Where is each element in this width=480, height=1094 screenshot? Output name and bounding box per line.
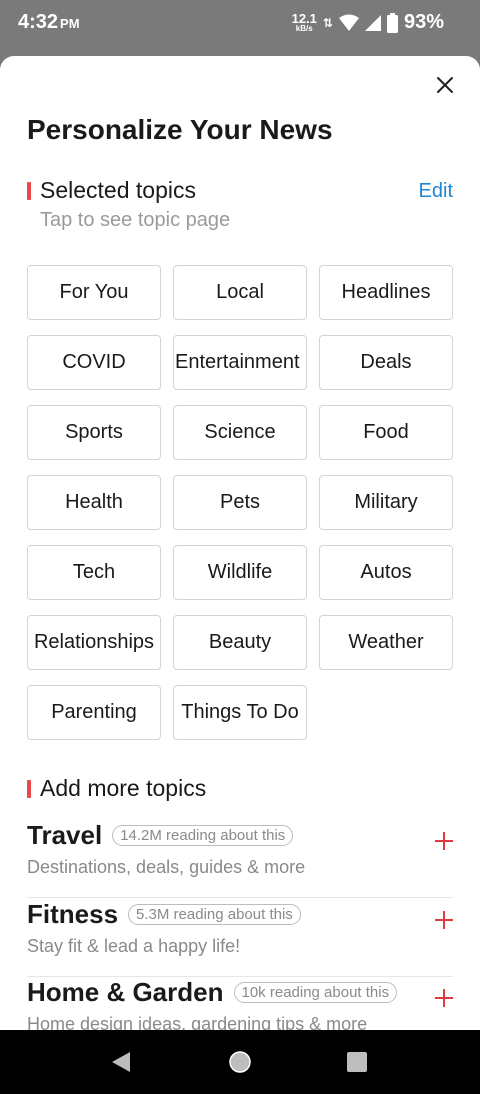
add-topic-description: Home design ideas, gardening tips & more [27,1014,368,1030]
add-topic-row: Home & Garden 10k reading about this [27,977,453,1008]
add-topic-description: Destinations, deals, guides & more [27,857,306,877]
system-nav-bar [0,1030,480,1094]
network-speed-unit: kB/s [295,24,313,33]
topic-parenting[interactable]: Parenting [27,685,161,740]
cell-signal-icon [364,14,381,31]
back-triangle-icon[interactable] [110,1050,132,1074]
add-more-topics-header: Add more topics [27,775,206,802]
recent-square-icon[interactable] [346,1051,368,1073]
add-topic-row: Fitness 5.3M reading about this [27,899,453,930]
topic-weather[interactable]: Weather [319,615,453,670]
battery-icon [386,12,398,33]
add-topic-row: Travel 14.2M reading about this [27,820,453,851]
readers-badge: 14.2M reading about this [112,825,294,846]
add-more-topics-title: Add more topics [40,775,207,801]
topic-food[interactable]: Food [319,405,453,460]
topic-wildlife[interactable]: Wildlife [173,545,307,600]
topic-deals[interactable]: Deals [319,335,453,390]
topic-things-to-do[interactable]: Things To Do [173,685,307,740]
topic-for-you[interactable]: For You [27,265,161,320]
topic-military[interactable]: Military [319,475,453,530]
status-time-value: 4:32 [18,11,59,33]
topic-local[interactable]: Local [173,265,307,320]
topic-covid[interactable]: COVID [27,335,161,390]
personalize-sheet: Personalize Your News Selected topics Ed… [0,56,480,1030]
accent-bar [27,779,31,798]
close-icon[interactable] [432,72,458,98]
network-speed: 12.1 kB/s [292,12,317,33]
topic-health[interactable]: Health [27,475,161,530]
topic-headlines[interactable]: Headlines [319,265,453,320]
topic-entertainment[interactable]: Entertainment [173,335,307,390]
home-circle-icon[interactable] [228,1050,252,1074]
plus-icon[interactable] [433,830,455,852]
add-topic-travel[interactable]: Travel 14.2M reading about this Destinat… [27,820,453,898]
topic-beauty[interactable]: Beauty [173,615,307,670]
readers-badge: 5.3M reading about this [128,904,301,925]
add-topic-fitness[interactable]: Fitness 5.3M reading about this Stay fit… [27,899,453,977]
selected-topics-subtitle: Tap to see topic page [40,209,231,231]
selected-topics-title: Selected topics [40,177,196,203]
topic-grid: For You Local Headlines COVID Entertainm… [27,265,453,740]
status-bar: 4:32 PM 12.1 kB/s ⇅ 93% [0,0,480,52]
topic-sports[interactable]: Sports [27,405,161,460]
wifi-icon [338,14,359,31]
add-topic-home-garden[interactable]: Home & Garden 10k reading about this Hom… [27,977,453,1030]
status-icons: 12.1 kB/s ⇅ 93% [292,11,444,34]
add-topic-name: Travel [27,820,103,850]
data-transfer-icon: ⇅ [322,15,333,30]
topic-science[interactable]: Science [173,405,307,460]
add-topic-name: Fitness [27,899,119,929]
add-topic-description: Stay fit & lead a happy life! [27,936,241,956]
topic-pets[interactable]: Pets [173,475,307,530]
topic-relationships[interactable]: Relationships [27,615,161,670]
topic-tech[interactable]: Tech [27,545,161,600]
battery-percent: 93% [403,11,444,33]
status-time: 4:32 PM [18,11,80,34]
edit-button[interactable]: Edit [419,180,453,203]
add-topic-name: Home & Garden [27,977,224,1007]
selected-topics-header: Selected topics [27,177,196,204]
plus-icon[interactable] [433,909,455,931]
accent-bar [27,181,31,200]
page-title: Personalize Your News [27,114,333,145]
topic-autos[interactable]: Autos [319,545,453,600]
plus-icon[interactable] [433,987,455,1009]
status-time-ampm: PM [60,16,80,31]
readers-badge: 10k reading about this [233,982,398,1003]
